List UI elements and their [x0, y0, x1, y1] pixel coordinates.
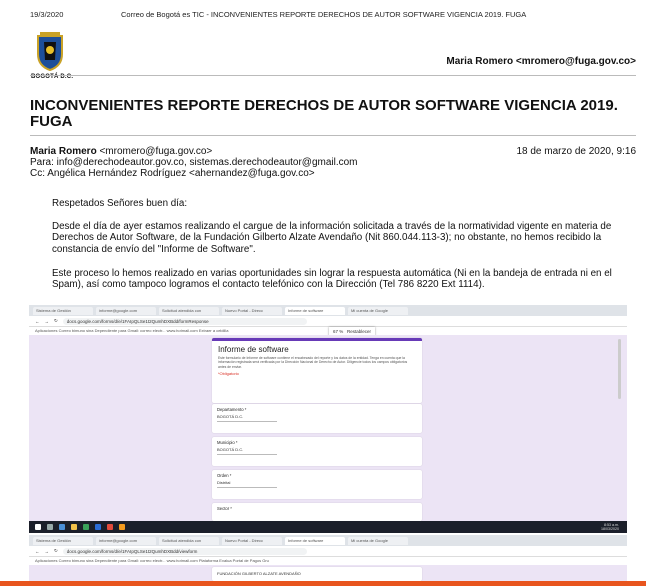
forward-icon[interactable]: →: [45, 549, 50, 554]
question-label: Orden *: [217, 473, 232, 478]
question-label: Sector *: [217, 506, 232, 511]
account-owner: Maria Romero <mromero@fuga.gov.co>: [446, 56, 636, 67]
form-description: Este formulario de Informe de software c…: [218, 356, 408, 369]
address-bar: ← → ↻ docs.google.com/forms/d/e/1FAIpQLS…: [29, 316, 627, 327]
print-title: Correo de Bogotá es TIC - INCONVENIENTES…: [121, 10, 527, 19]
form-header-card: Informe de software Este formulario de I…: [212, 338, 422, 403]
body-paragraph-2: Este proceso lo hemos realizado en varia…: [52, 268, 612, 291]
recipients-to: Para: info@derechodeautor.gov.co, sistem…: [30, 157, 358, 168]
form-title: Informe de software: [218, 345, 289, 354]
url-field[interactable]: docs.google.com/forms/d/e/1FAIpQLSe1t2Qu…: [62, 547, 307, 555]
answer-underline: [217, 487, 277, 488]
browser-tab[interactable]: informe@google.com: [96, 306, 156, 315]
answer-underline: [217, 421, 277, 422]
email-subject: INCONVENIENTES REPORTE DERECHOS DE AUTOR…: [30, 97, 618, 130]
print-date: 19/3/2020: [30, 10, 64, 19]
sender-email: <mromero@fuga.gov.co>: [96, 146, 213, 157]
windows-start-icon[interactable]: [35, 524, 41, 530]
browser-tab[interactable]: Nuevo Portal - Direcc: [222, 536, 282, 545]
reload-icon[interactable]: ↻: [54, 548, 58, 554]
scrollbar[interactable]: [618, 339, 621, 399]
browser-tab-active[interactable]: Informe de software: [285, 306, 345, 315]
answer-underline: [217, 454, 277, 455]
question-card: Orden * Distrital: [212, 470, 422, 499]
bogota-crest-logo: [37, 32, 63, 72]
question-answer[interactable]: BOGOTÁ D.C.: [212, 446, 422, 453]
question-answer[interactable]: Distrital: [212, 479, 422, 486]
task-view-icon[interactable]: [59, 524, 65, 530]
recipients-cc: Cc: Angélica Hernández Rodríguez <aherna…: [30, 168, 315, 179]
browser-tab[interactable]: informe@google.com: [96, 536, 156, 545]
embedded-screenshot-form-2: Sistema de Gestión informe@google.com So…: [29, 535, 627, 581]
browser-tab[interactable]: Sistema de Gestión: [33, 536, 93, 545]
taskbar-clock: 8:53 a.m. 18/03/2020: [601, 523, 619, 531]
zoom-reset-button[interactable]: Restablecer: [347, 329, 371, 334]
body-paragraph-1: Desde el día de ayer estamos realizando …: [52, 221, 612, 255]
back-icon[interactable]: ←: [35, 319, 40, 324]
divider: [30, 75, 636, 76]
browser-tabs: Sistema de Gestión informe@google.com So…: [29, 535, 627, 546]
url-field[interactable]: docs.google.com/forms/d/e/1FAIpQLSe1t2Qu…: [62, 317, 307, 325]
excel-icon[interactable]: [83, 524, 89, 530]
browser-tab[interactable]: Solicitud atendida con: [159, 306, 219, 315]
search-icon[interactable]: [47, 524, 53, 530]
browser-tab-active[interactable]: Informe de software: [285, 536, 345, 545]
chrome-icon[interactable]: [107, 524, 113, 530]
address-bar: ← → ↻ docs.google.com/forms/d/e/1FAIpQLS…: [29, 546, 627, 557]
browser-tab[interactable]: Solicitud atendida con: [159, 536, 219, 545]
reload-icon[interactable]: ↻: [54, 318, 58, 324]
forward-icon[interactable]: →: [45, 319, 50, 324]
browser-tab[interactable]: Sistema de Gestión: [33, 306, 93, 315]
form-background: FUNDACIÓN GILBERTO ALZATE AVENDAÑO: [29, 565, 627, 581]
form-background: Informe de software Este formulario de I…: [29, 335, 627, 521]
zoom-level: 67 %: [333, 329, 344, 334]
question-label: Municipio *: [217, 440, 238, 445]
browser-tab[interactable]: Nuevo Portal - Direcc: [222, 306, 282, 315]
question-card: Sector *: [212, 503, 422, 521]
browser-tab[interactable]: Mi cuenta de Google: [348, 306, 408, 315]
greeting: Respetados Señores buen día:: [52, 198, 188, 209]
browser-tab[interactable]: Mi cuenta de Google: [348, 536, 408, 545]
message-meta: Maria Romero <mromero@fuga.gov.co> Para:…: [30, 146, 358, 179]
question-label: Departamento *: [217, 407, 247, 412]
divider: [30, 135, 636, 136]
windows-taskbar: 8:53 a.m. 18/03/2020: [29, 521, 627, 533]
word-icon[interactable]: [95, 524, 101, 530]
browser-tabs: Sistema de Gestión informe@google.com So…: [29, 305, 627, 316]
question-card: Departamento * BOGOTÁ D.C.: [212, 404, 422, 433]
page-bottom-bar: [0, 581, 646, 586]
question-card: Municipio * BOGOTÁ D.C.: [212, 437, 422, 466]
required-note: *Obligatorio: [218, 371, 239, 377]
file-explorer-icon[interactable]: [71, 524, 77, 530]
question-card: FUNDACIÓN GILBERTO ALZATE AVENDAÑO: [212, 567, 422, 581]
question-answer[interactable]: FUNDACIÓN GILBERTO ALZATE AVENDAÑO: [212, 567, 422, 577]
app-icon[interactable]: [119, 524, 125, 530]
question-answer[interactable]: BOGOTÁ D.C.: [212, 413, 422, 420]
embedded-screenshot-form: Sistema de Gestión informe@google.com So…: [29, 305, 627, 533]
back-icon[interactable]: ←: [35, 549, 40, 554]
sender-name: Maria Romero: [30, 146, 97, 157]
message-date: 18 de marzo de 2020, 9:16: [516, 146, 636, 157]
